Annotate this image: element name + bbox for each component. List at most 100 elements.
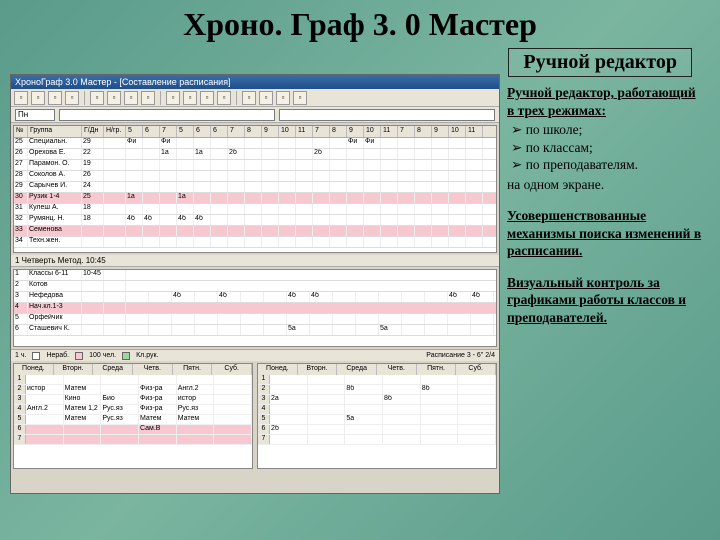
- schedule-row[interactable]: 5МатемРус.язМатемМатем: [14, 415, 252, 425]
- day-header[interactable]: Понед.: [258, 364, 298, 375]
- day-header[interactable]: Суб.: [456, 364, 496, 375]
- col-header[interactable]: 10: [279, 126, 296, 137]
- col-header[interactable]: 11: [381, 126, 398, 137]
- table-row[interactable]: 34Техн.жен.: [14, 237, 496, 248]
- toolbar-C-icon[interactable]: ▫: [293, 91, 307, 105]
- col-header[interactable]: 7: [160, 126, 177, 137]
- table-row[interactable]: 3Нефедова4б4б4б4б4б4б: [14, 292, 496, 303]
- col-header[interactable]: 8: [330, 126, 347, 137]
- schedule-row[interactable]: 62б: [258, 425, 496, 435]
- col-header[interactable]: 5: [177, 126, 194, 137]
- col-header[interactable]: 10: [449, 126, 466, 137]
- schedule-row[interactable]: 4Англ.2Матем 1,2Рус.язФиз-раРус.яз: [14, 405, 252, 415]
- mode-item: по классам;: [511, 139, 702, 157]
- toolbar-file-icon[interactable]: ▫: [14, 91, 28, 105]
- table-row[interactable]: 27Парамон. О.19: [14, 160, 496, 171]
- toolbar-grid-icon[interactable]: ▫: [200, 91, 214, 105]
- col-header[interactable]: 7: [313, 126, 330, 137]
- col-header[interactable]: Н/гр.: [104, 126, 126, 137]
- toolbar-find-icon[interactable]: ▫: [183, 91, 197, 105]
- classes-grid[interactable]: 1Классы 6-1110-452Котов3Нефедова4б4б4б4б…: [13, 269, 497, 347]
- col-header[interactable]: 9: [262, 126, 279, 137]
- col-header[interactable]: 8: [245, 126, 262, 137]
- day-header[interactable]: Пятн.: [173, 364, 213, 375]
- table-row[interactable]: 30Рузик 1-4251а1а: [14, 193, 496, 204]
- schedule-row[interactable]: 7: [258, 435, 496, 445]
- col-header[interactable]: 11: [296, 126, 313, 137]
- window-title: ХроноГраф 3.0 Мастер - [Составление расп…: [15, 77, 231, 87]
- class-schedule-left[interactable]: Понед.Вторн.СредаЧетв.Пятн.Суб. 12исторМ…: [13, 363, 253, 469]
- toolbar-open-icon[interactable]: ▫: [31, 91, 45, 105]
- schedule-row[interactable]: 4: [258, 405, 496, 415]
- desc-heading-3: Визуальный контроль за графиками работы …: [507, 274, 702, 327]
- table-row[interactable]: 2Котов: [14, 281, 496, 292]
- schedule-row[interactable]: 55а: [258, 415, 496, 425]
- toolbar-print-icon[interactable]: ▫: [65, 91, 79, 105]
- col-header[interactable]: Г/Дн: [82, 126, 104, 137]
- table-row[interactable]: 5Орфейчик: [14, 314, 496, 325]
- schedule-row[interactable]: 1: [14, 375, 252, 385]
- table-row[interactable]: 26Орехова Е.221а1а2б2б: [14, 149, 496, 160]
- table-row[interactable]: 28Соколов А.26: [14, 171, 496, 182]
- col-header[interactable]: 10: [364, 126, 381, 137]
- day-header[interactable]: Четв.: [377, 364, 417, 375]
- quarter-label: 1 Четверть Метод. 10:45: [15, 256, 106, 265]
- schedule-row[interactable]: 1: [258, 375, 496, 385]
- mode-item: по школе;: [511, 121, 702, 139]
- toolbar-redo-icon[interactable]: ▫: [166, 91, 180, 105]
- schedule-row[interactable]: 28б8б: [258, 385, 496, 395]
- table-row[interactable]: 33Семенова: [14, 226, 496, 237]
- col-header[interactable]: 8: [415, 126, 432, 137]
- toolbar-cfg-icon[interactable]: ▫: [217, 91, 231, 105]
- legend-swatch: [122, 352, 130, 360]
- desc-heading-2: Усовершенствованные механизмы поиска изм…: [507, 207, 702, 260]
- legend-swatch: [75, 352, 83, 360]
- col-header[interactable]: 6: [143, 126, 160, 137]
- day-header[interactable]: Пятн.: [417, 364, 457, 375]
- toolbar-undo-icon[interactable]: ▫: [141, 91, 155, 105]
- table-row[interactable]: 25Специальн.29ФиФиФиФи: [14, 138, 496, 149]
- day-header[interactable]: Среда: [93, 364, 133, 375]
- toolbar-copy-icon[interactable]: ▫: [107, 91, 121, 105]
- schedule-row[interactable]: 3КиноБиоФиз-раистор: [14, 395, 252, 405]
- toolbar-B-icon[interactable]: ▫: [276, 91, 290, 105]
- day-header[interactable]: Суб.: [212, 364, 252, 375]
- class-schedule-right[interactable]: Понед.Вторн.СредаЧетв.Пятн.Суб. 128б8б32…: [257, 363, 497, 469]
- schedule-row[interactable]: 7: [14, 435, 252, 445]
- toolbar-help-icon[interactable]: ▫: [242, 91, 256, 105]
- col-header[interactable]: №: [14, 126, 28, 137]
- col-header[interactable]: 7: [228, 126, 245, 137]
- col-header[interactable]: 9: [432, 126, 449, 137]
- day-header[interactable]: Вторн.: [54, 364, 94, 375]
- filter-row: Пн: [11, 107, 499, 123]
- schedule-row[interactable]: 6Сам.В: [14, 425, 252, 435]
- table-row[interactable]: 6Сташевич К.5а5а: [14, 325, 496, 336]
- teachers-grid[interactable]: №ГруппаГ/ДнН/гр.567566789101178910117891…: [13, 125, 497, 253]
- col-header[interactable]: 7: [398, 126, 415, 137]
- col-header[interactable]: 5: [126, 126, 143, 137]
- toolbar-save-icon[interactable]: ▫: [48, 91, 62, 105]
- day-combo[interactable]: Пн: [15, 109, 55, 121]
- table-row[interactable]: 1Классы 6-1110-45: [14, 270, 496, 281]
- col-header[interactable]: 6: [194, 126, 211, 137]
- schedule-row[interactable]: 32а8б: [258, 395, 496, 405]
- toolbar-A-icon[interactable]: ▫: [259, 91, 273, 105]
- toolbar-paste-icon[interactable]: ▫: [124, 91, 138, 105]
- table-row[interactable]: 29Сарычев И.24: [14, 182, 496, 193]
- col-header[interactable]: Группа: [28, 126, 82, 137]
- col-header[interactable]: 9: [347, 126, 364, 137]
- toolbar-cut-icon[interactable]: ▫: [90, 91, 104, 105]
- col-header[interactable]: 11: [466, 126, 483, 137]
- col-header[interactable]: 6: [211, 126, 228, 137]
- schedule-row[interactable]: 2исторМатемФиз-раАнгл.2: [14, 385, 252, 395]
- day-header[interactable]: Вторн.: [298, 364, 338, 375]
- table-row[interactable]: 4Нач.кл.1-3: [14, 303, 496, 314]
- table-row[interactable]: 32Румянц. Н.184б4б4б4б: [14, 215, 496, 226]
- day-header[interactable]: Четв.: [133, 364, 173, 375]
- filter-combo-2[interactable]: [279, 109, 495, 121]
- description-panel: Ручной редактор, работающий в трех режим…: [507, 84, 702, 341]
- table-row[interactable]: 31Кулеш А.18: [14, 204, 496, 215]
- filter-combo-1[interactable]: [59, 109, 275, 121]
- day-header[interactable]: Понед.: [14, 364, 54, 375]
- day-header[interactable]: Среда: [337, 364, 377, 375]
